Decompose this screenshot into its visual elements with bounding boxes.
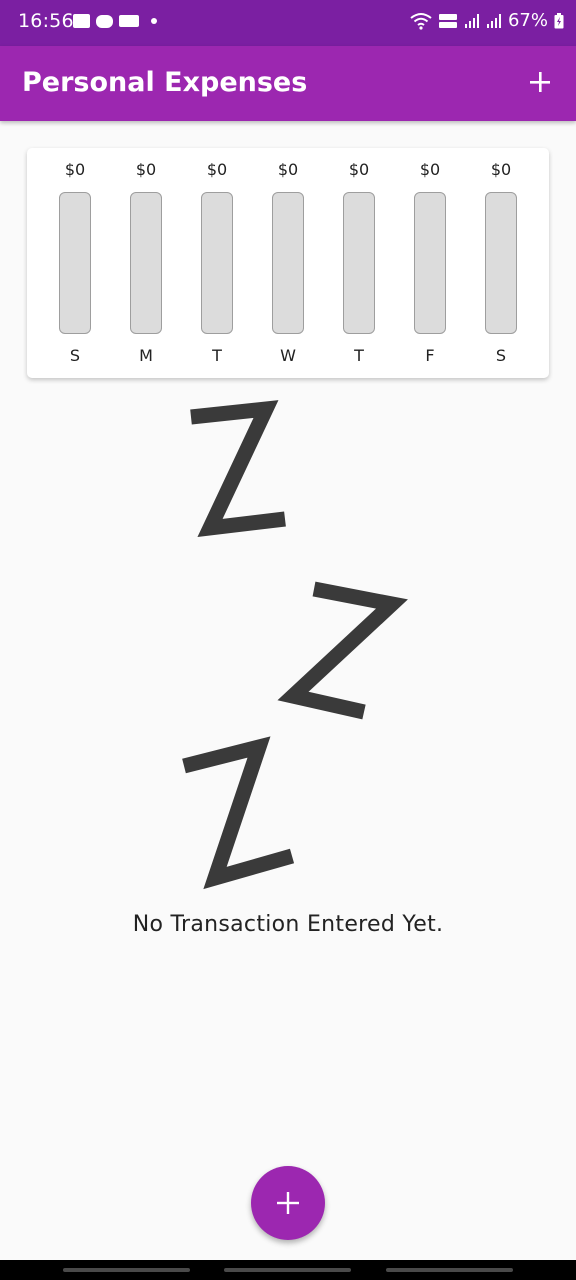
bar-day-label: F bbox=[425, 346, 435, 365]
chart-bar-column: $0 W bbox=[258, 148, 318, 378]
bar-day-label: S bbox=[495, 346, 507, 365]
more-notifications-dot bbox=[151, 18, 157, 24]
plus-icon bbox=[530, 72, 550, 92]
bar-amount-label: $0 bbox=[419, 160, 441, 179]
chart-bar-column: $0 T bbox=[187, 148, 247, 378]
bar-track bbox=[130, 192, 162, 334]
signal-icon-sim1 bbox=[464, 13, 479, 28]
bar-track bbox=[59, 192, 91, 334]
empty-state-message: No Transaction Entered Yet. bbox=[132, 912, 444, 937]
bar-track bbox=[485, 192, 517, 334]
system-navigation-bar bbox=[0, 1260, 576, 1280]
bar-track bbox=[272, 192, 304, 334]
nav-recents-handle[interactable] bbox=[63, 1268, 190, 1272]
bar-day-label: S bbox=[69, 346, 81, 365]
status-time: 16:56 bbox=[18, 10, 74, 32]
battery-charging-icon bbox=[554, 12, 564, 28]
status-bar: 16:56 67% bbox=[0, 0, 576, 46]
bar-day-label: T bbox=[212, 346, 222, 365]
signal-icon-sim2 bbox=[486, 13, 501, 28]
nav-back-handle[interactable] bbox=[386, 1268, 513, 1272]
chart-bar-column: $0 S bbox=[45, 148, 105, 378]
bar-amount-label: $0 bbox=[135, 160, 157, 179]
bar-day-label: M bbox=[139, 346, 153, 365]
app-notification-icon bbox=[119, 15, 139, 27]
notification-icons bbox=[73, 14, 157, 28]
outlook-icon bbox=[73, 14, 90, 28]
bar-amount-label: $0 bbox=[490, 160, 512, 179]
wifi-icon bbox=[410, 12, 432, 30]
bar-amount-label: $0 bbox=[64, 160, 86, 179]
bar-track bbox=[414, 192, 446, 334]
chart-bar-column: $0 T bbox=[329, 148, 389, 378]
app-bar: Personal Expenses bbox=[0, 46, 576, 121]
bar-day-label: T bbox=[354, 346, 364, 365]
plus-icon bbox=[277, 1192, 299, 1214]
add-transaction-button[interactable] bbox=[522, 64, 558, 100]
bar-track bbox=[201, 192, 233, 334]
bar-track bbox=[343, 192, 375, 334]
battery-percent: 67% bbox=[507, 10, 548, 31]
nav-home-handle[interactable] bbox=[224, 1268, 351, 1272]
bar-amount-label: $0 bbox=[206, 160, 228, 179]
status-right: 67% bbox=[410, 10, 564, 31]
bar-amount-label: $0 bbox=[277, 160, 299, 179]
volte-icon bbox=[438, 13, 457, 28]
sleeping-zzz-icon bbox=[182, 400, 408, 890]
bar-day-label: W bbox=[280, 346, 296, 365]
chart-bar-column: $0 M bbox=[116, 148, 176, 378]
chart-bar-column: $0 S bbox=[471, 148, 531, 378]
app-title: Personal Expenses bbox=[22, 67, 308, 98]
weekly-chart-card: $0 S $0 M $0 T $0 W $0 T $0 F $0 S bbox=[27, 148, 549, 378]
chart-bar-column: $0 F bbox=[400, 148, 460, 378]
add-transaction-fab[interactable] bbox=[251, 1166, 325, 1240]
discord-icon bbox=[96, 14, 113, 28]
bar-amount-label: $0 bbox=[348, 160, 370, 179]
